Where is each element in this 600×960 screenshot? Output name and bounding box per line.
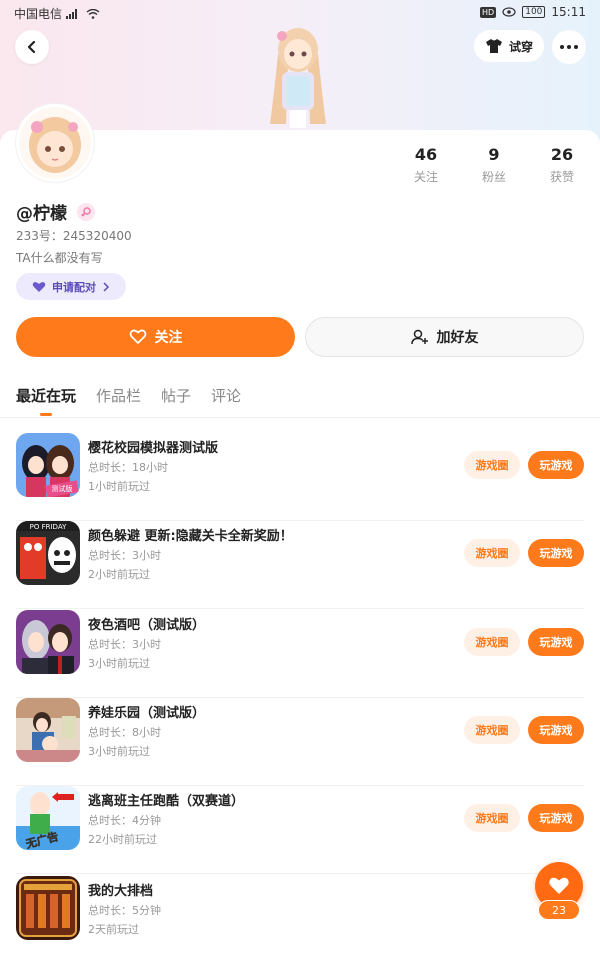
add-friend-label: 加好友 <box>436 330 479 346</box>
back-arrow-icon <box>27 40 36 54</box>
game-duration: 总时长：4分钟 <box>88 814 161 827</box>
game-circle-button[interactable]: 游戏圈 <box>464 539 520 567</box>
username: @柠檬 <box>16 204 67 224</box>
back-button[interactable] <box>15 30 49 64</box>
more-dots-icon <box>560 45 578 49</box>
chevron-right-icon <box>103 281 110 292</box>
signal-icon <box>66 8 78 19</box>
female-gender-icon <box>77 202 95 221</box>
follow-label: 关注 <box>154 330 183 346</box>
try-on-label: 试穿 <box>508 39 533 54</box>
game-circle-button[interactable]: 游戏圈 <box>464 804 520 832</box>
profile-tabs: 最近在玩 作品栏 帖子 评论 <box>16 385 241 416</box>
game-title: 我的大排档 <box>88 884 154 899</box>
game-list-item[interactable]: 测试版 樱花校园模拟器测试版 总时长：18小时 1小时前玩过 游戏圈 玩游戏 <box>0 433 600 521</box>
apply-match-label: 申请配对 <box>52 280 96 294</box>
game-duration: 总时长：8小时 <box>88 726 161 739</box>
character-avatar-illustration <box>270 28 326 128</box>
game-circle-button[interactable]: 游戏圈 <box>464 628 520 656</box>
game-icon-banner: PO FRIDAY <box>30 523 67 531</box>
stat-fans[interactable]: 9 粉丝 <box>464 145 524 185</box>
tab-posts[interactable]: 帖子 <box>161 385 191 415</box>
game-title: 夜色酒吧（测试版） <box>88 618 206 633</box>
game-title: 逃离班主任跑酷（双赛道） <box>88 794 245 809</box>
game-duration: 总时长：3小时 <box>88 638 161 651</box>
game-icon-color-dodge: PO FRIDAY <box>16 521 80 585</box>
more-options-button[interactable] <box>552 30 586 64</box>
game-icon-escape-teacher: 无广告 <box>16 786 80 850</box>
game-icon-night-bar <box>16 610 80 674</box>
stat-label: 关注 <box>413 170 438 184</box>
game-circle-button[interactable]: 游戏圈 <box>464 716 520 744</box>
follow-button[interactable]: 关注 <box>16 317 295 357</box>
game-icon-badge: 测试版 <box>52 484 73 493</box>
play-game-button[interactable]: 玩游戏 <box>528 804 584 832</box>
play-game-button[interactable]: 玩游戏 <box>528 628 584 656</box>
play-game-button[interactable]: 玩游戏 <box>528 716 584 744</box>
stat-following[interactable]: 46 关注 <box>396 145 456 185</box>
game-duration: 总时长：18小时 <box>88 461 168 474</box>
game-last-played: 22小时前玩过 <box>88 833 157 846</box>
tab-comments[interactable]: 评论 <box>211 385 241 415</box>
carrier-label: 中国电信 <box>14 7 63 21</box>
game-duration: 总时长：3小时 <box>88 549 161 562</box>
game-last-played: 3小时前玩过 <box>88 745 150 758</box>
user-bio: TA什么都没有写 <box>16 251 103 265</box>
game-last-played: 2小时前玩过 <box>88 568 150 581</box>
apply-match-button[interactable]: 申请配对 <box>16 273 126 300</box>
stat-label: 获赞 <box>549 170 574 184</box>
profile-stats: 46 关注 9 粉丝 26 获赞 <box>0 145 600 185</box>
wifi-icon <box>86 8 100 19</box>
game-last-played: 2天前玩过 <box>88 923 139 936</box>
game-circle-button[interactable]: 游戏圈 <box>464 451 520 479</box>
user-id: 233号：245320400 <box>16 229 132 243</box>
status-time: 15:11 <box>551 5 586 19</box>
tab-works[interactable]: 作品栏 <box>96 385 141 415</box>
play-game-button[interactable]: 玩游戏 <box>528 451 584 479</box>
username-row: @柠檬 <box>16 199 95 224</box>
game-last-played: 3小时前玩过 <box>88 657 150 670</box>
stat-label: 粉丝 <box>481 170 506 184</box>
add-user-icon <box>410 329 428 345</box>
battery-icon: 100 <box>522 6 546 18</box>
heart-icon <box>549 877 569 894</box>
stat-value: 9 <box>488 145 500 164</box>
game-icon-baby-park <box>16 698 80 762</box>
game-list-item[interactable]: 夜色酒吧（测试版） 总时长：3小时 3小时前玩过 游戏圈 玩游戏 <box>0 610 600 698</box>
game-icon-sakura-school: 测试版 <box>16 433 80 497</box>
game-list-item[interactable]: 养娃乐园（测试版） 总时长：8小时 3小时前玩过 游戏圈 玩游戏 <box>0 698 600 786</box>
shirt-icon <box>485 39 502 53</box>
game-title: 养娃乐园（测试版） <box>88 706 206 721</box>
like-count-badge: 23 <box>538 900 580 920</box>
hd-icon: HD <box>480 6 497 18</box>
heart-icon <box>32 281 46 292</box>
row-divider <box>16 873 584 874</box>
add-friend-button[interactable]: 加好友 <box>305 317 584 357</box>
game-icon-food-stall <box>16 876 80 940</box>
game-list-item[interactable]: 无广告 逃离班主任跑酷（双赛道） 总时长：4分钟 22小时前玩过 游戏圈 玩游戏 <box>0 786 600 874</box>
stat-value: 46 <box>414 145 438 164</box>
try-on-button[interactable]: 试穿 <box>474 30 544 62</box>
eye-icon <box>502 7 516 17</box>
game-last-played: 1小时前玩过 <box>88 480 150 493</box>
game-title: 樱花校园模拟器测试版 <box>88 441 219 456</box>
stat-value: 26 <box>550 145 574 164</box>
tabs-divider <box>0 417 600 418</box>
game-duration: 总时长：5分钟 <box>88 904 161 917</box>
game-title: 颜色躲避 更新:隐藏关卡全新奖励！ <box>88 529 293 544</box>
game-list-item[interactable]: PO FRIDAY 颜色躲避 更新:隐藏关卡全新奖励！ 总时长：3小时 2小时前… <box>0 521 600 609</box>
heart-plus-icon <box>129 329 146 345</box>
status-bar: 中国电信 HD 100 15:11 <box>0 0 600 26</box>
game-list-item[interactable]: 我的大排档 总时长：5分钟 2天前玩过 <box>0 876 600 960</box>
row-divider <box>16 608 584 609</box>
tab-recent-play[interactable]: 最近在玩 <box>16 385 76 416</box>
stat-likes[interactable]: 26 获赞 <box>532 145 592 185</box>
play-game-button[interactable]: 玩游戏 <box>528 539 584 567</box>
